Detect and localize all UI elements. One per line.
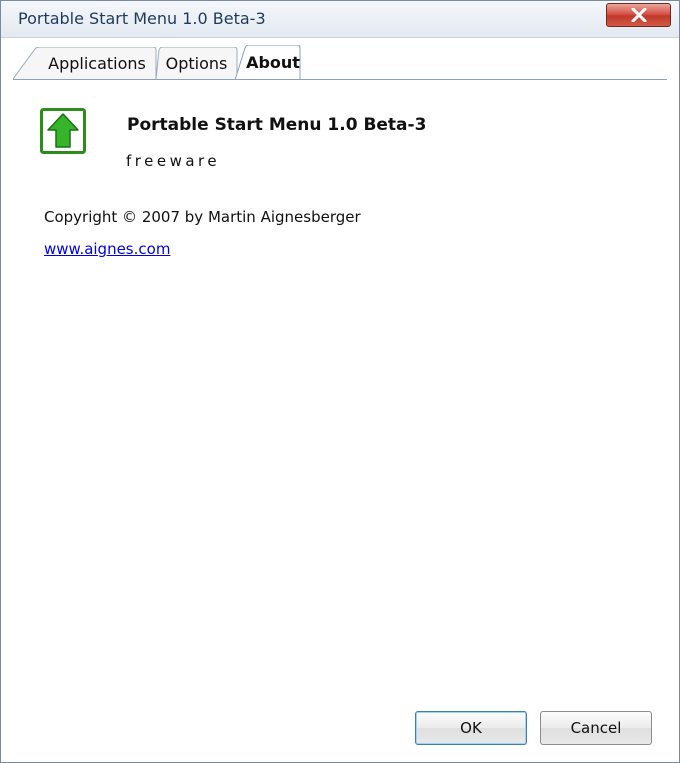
cancel-button[interactable]: Cancel [540,711,652,745]
green-up-arrow-icon [40,108,86,154]
tab-options[interactable]: Options [155,47,238,80]
tab-label: About [246,53,300,72]
tab-applications[interactable]: Applications [13,47,157,80]
ok-button[interactable]: OK [415,711,527,745]
website-link[interactable]: www.aignes.com [44,240,170,258]
window-title: Portable Start Menu 1.0 Beta-3 [18,9,266,28]
dialog-window: Portable Start Menu 1.0 Beta-3 Applicati… [0,0,680,763]
tab-divider [13,79,667,80]
tab-label: Options [165,53,228,73]
app-name: Portable Start Menu 1.0 Beta-3 [127,115,427,135]
title-bar[interactable]: Portable Start Menu 1.0 Beta-3 [1,1,679,38]
tab-strip: Applications Options About [13,45,667,80]
license-text: freeware [126,152,221,170]
tab-about[interactable]: About [235,45,301,80]
tab-label: Applications [48,53,146,73]
copyright-text: Copyright © 2007 by Martin Aignesberger [44,208,361,226]
close-icon [631,8,646,22]
close-button[interactable] [606,3,671,27]
